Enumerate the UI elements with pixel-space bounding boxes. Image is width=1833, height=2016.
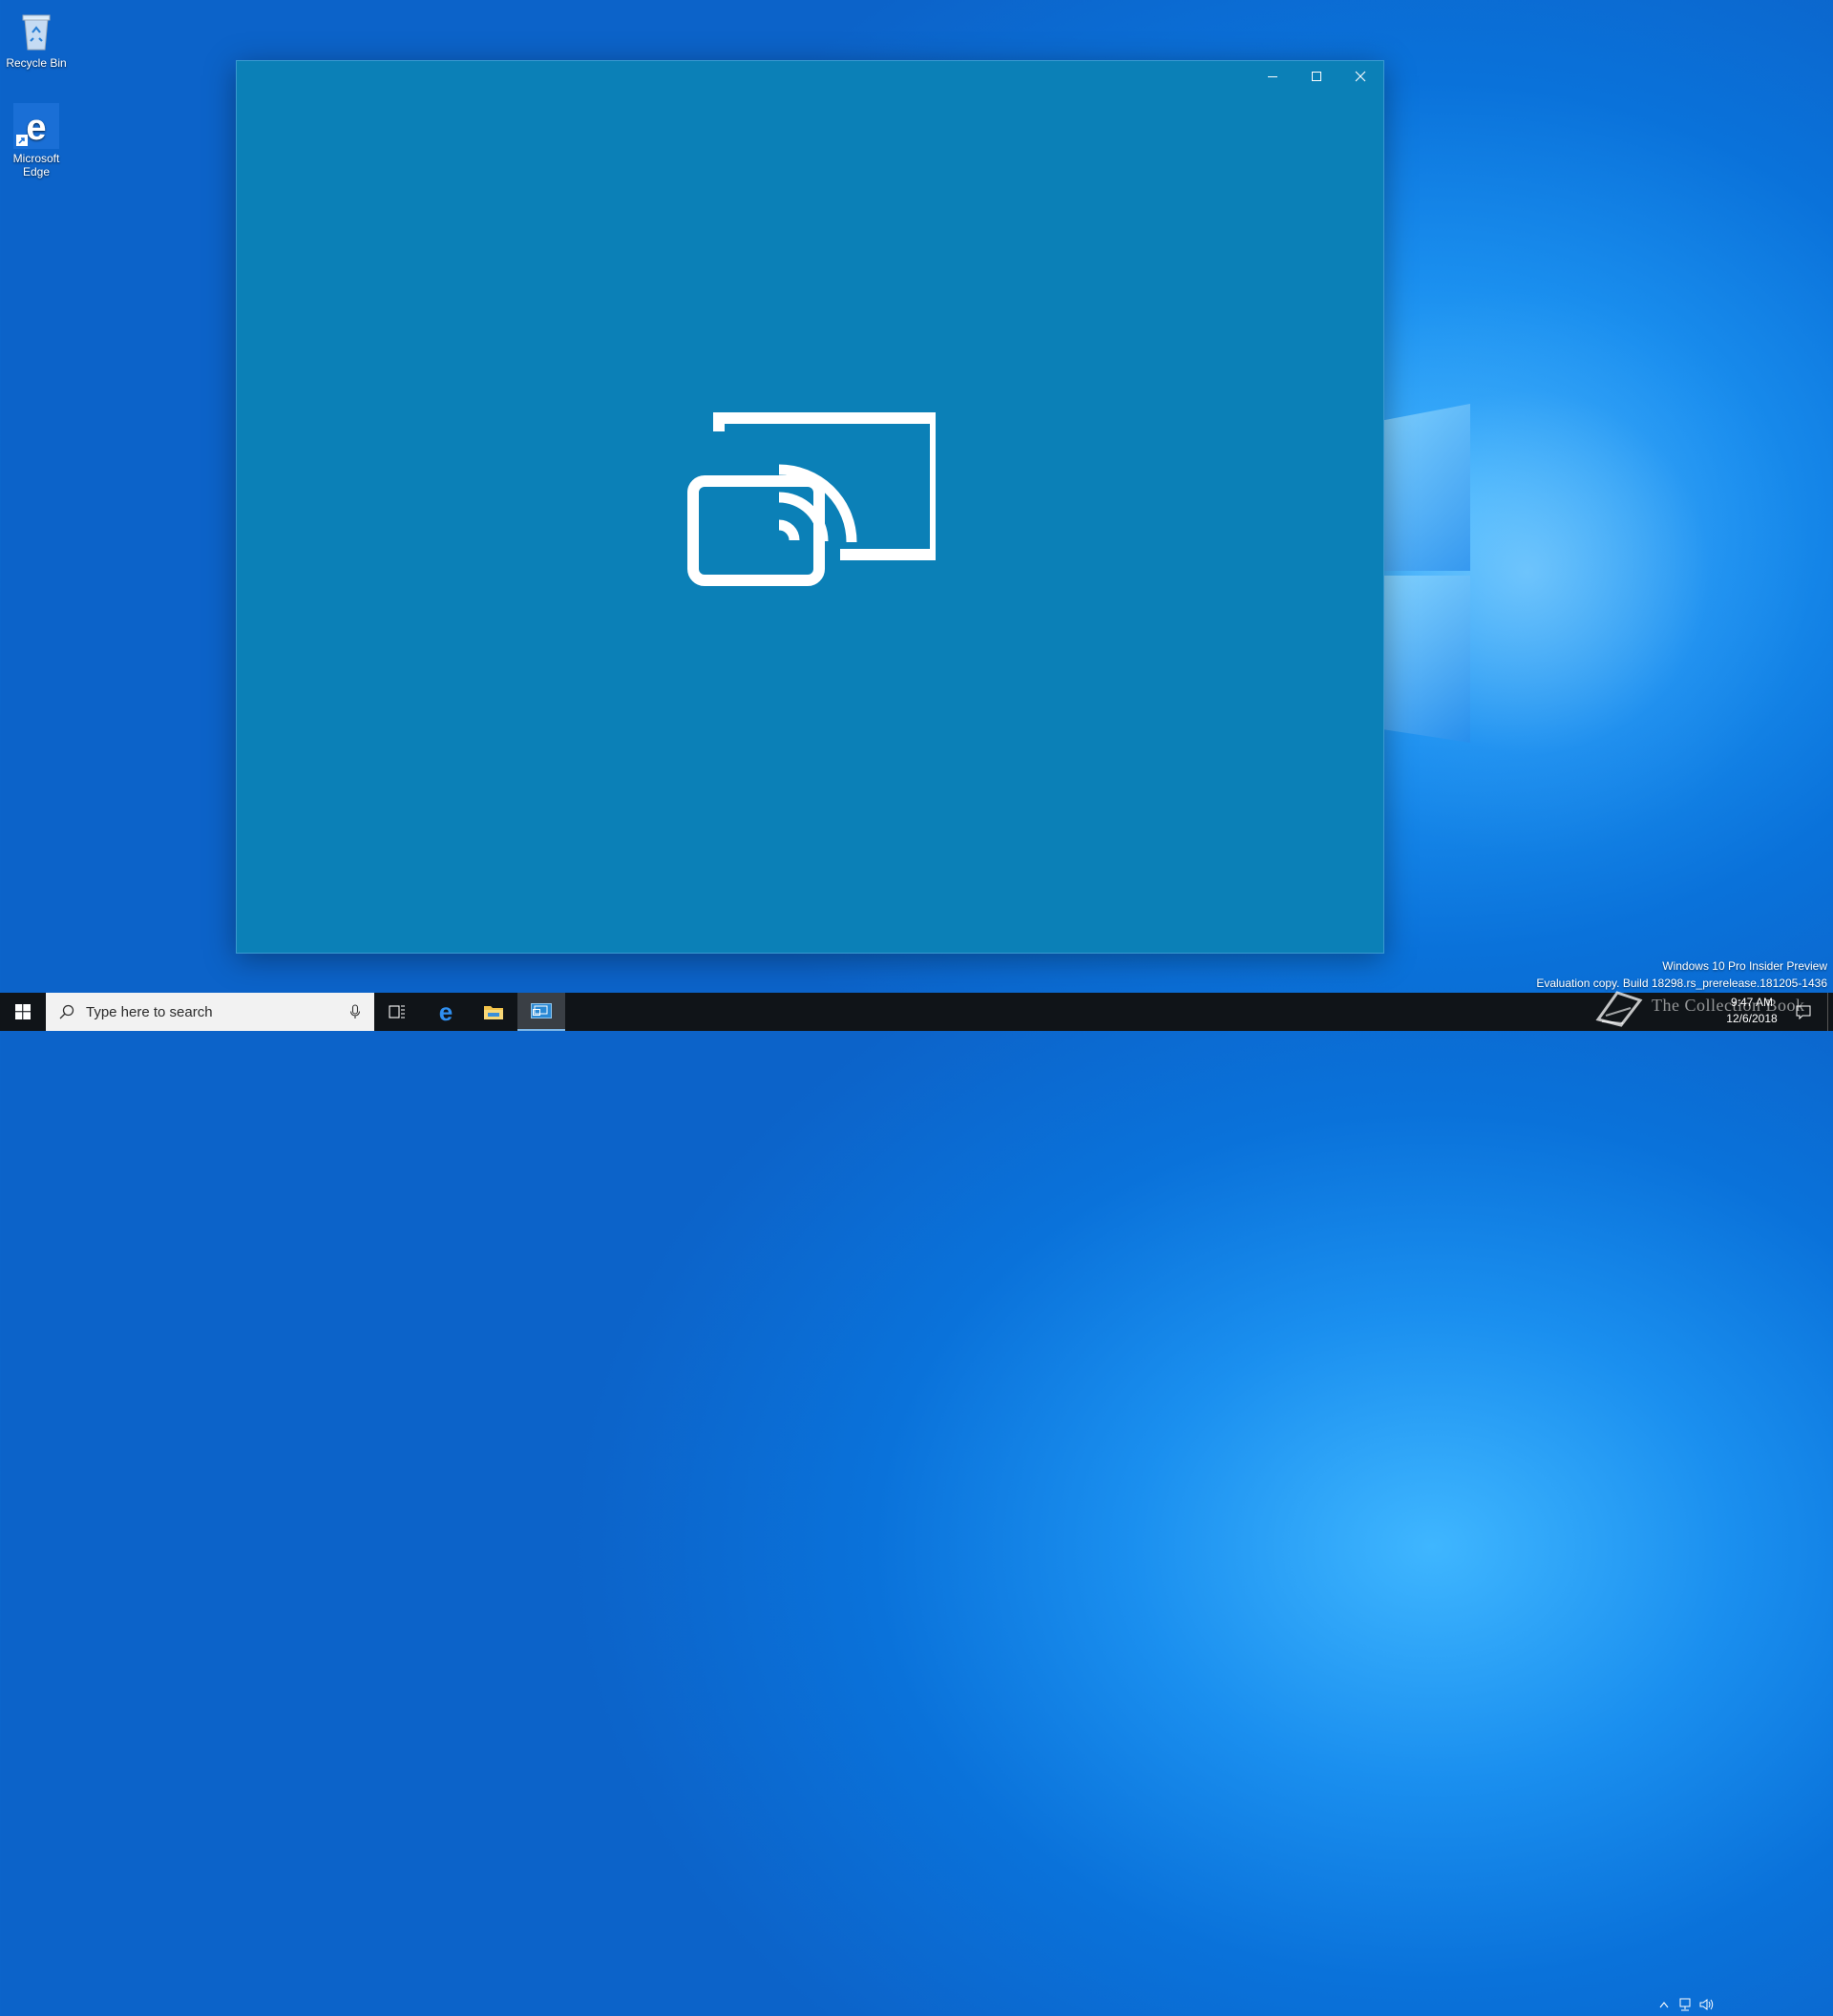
close-icon bbox=[1355, 71, 1366, 82]
maximize-icon bbox=[1312, 72, 1321, 81]
desktop-icon-label: Microsoft Edge bbox=[12, 152, 60, 178]
show-hidden-icons-button[interactable] bbox=[1654, 1993, 1675, 2016]
microphone-icon[interactable] bbox=[349, 1004, 361, 1019]
minimize-button[interactable] bbox=[1251, 61, 1295, 92]
taskbar-edge[interactable]: e bbox=[422, 993, 470, 1031]
clock-time: 9:47 AM bbox=[1730, 996, 1774, 1009]
build-watermark-line2: Evaluation copy. Build 18298.rs_prerelea… bbox=[1536, 976, 1827, 990]
connect-app-icon bbox=[531, 1003, 552, 1018]
connect-cast-icon bbox=[687, 412, 941, 591]
file-explorer-icon bbox=[484, 1006, 503, 1019]
desktop-icon-recycle-bin[interactable]: Recycle Bin bbox=[0, 8, 73, 71]
minimize-icon bbox=[1268, 76, 1277, 77]
windows-start-icon bbox=[15, 1004, 31, 1019]
show-desktop-button[interactable] bbox=[1827, 993, 1833, 1031]
svg-text:e: e bbox=[26, 108, 46, 148]
taskbar-file-explorer[interactable] bbox=[470, 993, 517, 1031]
desktop-icon-microsoft-edge[interactable]: e Microsoft Edge bbox=[0, 103, 73, 179]
network-icon bbox=[1679, 1998, 1691, 2011]
network-button[interactable] bbox=[1675, 1993, 1696, 2016]
start-button[interactable] bbox=[0, 993, 46, 1031]
svg-text:e: e bbox=[439, 1000, 453, 1023]
taskbar: Type here to search e bbox=[0, 993, 1833, 2011]
edge-icon: e bbox=[439, 1000, 453, 1023]
edge-icon: e bbox=[13, 103, 59, 149]
desktop-icon-label: Recycle Bin bbox=[6, 56, 67, 70]
taskbar-connect-app[interactable] bbox=[517, 993, 565, 1031]
wallpaper-logo-pane-top bbox=[1382, 404, 1470, 571]
action-center-button[interactable] bbox=[1789, 1000, 1818, 1023]
task-view-icon bbox=[389, 1005, 405, 1018]
speaker-icon bbox=[1699, 1999, 1714, 2010]
book-logo-icon bbox=[1595, 991, 1643, 1027]
notification-icon bbox=[1796, 1005, 1811, 1019]
recycle-bin-icon bbox=[13, 8, 59, 53]
close-button[interactable] bbox=[1338, 61, 1382, 92]
build-watermark-line1: Windows 10 Pro Insider Preview bbox=[1662, 959, 1827, 973]
connect-app-window[interactable] bbox=[236, 60, 1384, 954]
taskbar-search-box[interactable]: Type here to search bbox=[46, 993, 374, 1031]
search-icon bbox=[59, 1004, 74, 1019]
chevron-up-icon bbox=[1659, 2002, 1669, 2008]
task-view-button[interactable] bbox=[374, 993, 420, 1031]
clock-date: 12/6/2018 bbox=[1726, 1012, 1778, 1025]
wallpaper-logo-pane-bottom bbox=[1382, 576, 1470, 743]
volume-button[interactable] bbox=[1696, 1993, 1717, 2016]
taskbar-clock[interactable]: 9:47 AM 12/6/2018 bbox=[1718, 995, 1785, 1031]
maximize-button[interactable] bbox=[1295, 61, 1338, 92]
search-placeholder: Type here to search bbox=[86, 1003, 213, 1020]
